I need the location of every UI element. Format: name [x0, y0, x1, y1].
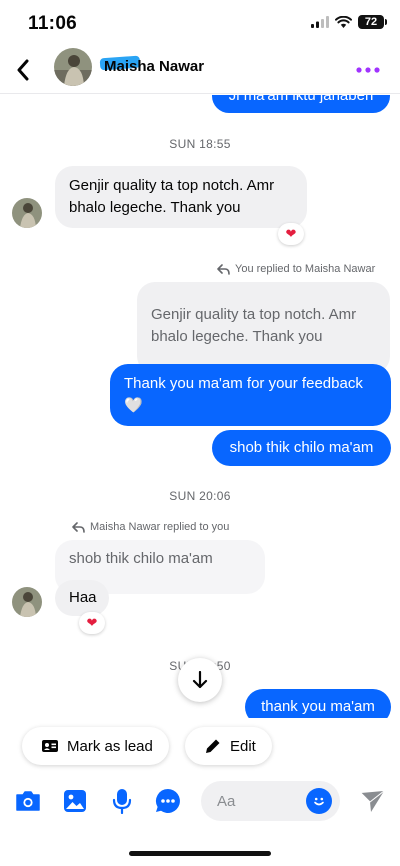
heart-icon: ❤ [86, 615, 98, 630]
lead-card-icon [42, 740, 58, 752]
mark-as-lead-button[interactable]: Mark as lead [22, 727, 169, 765]
outgoing-message[interactable]: thank you ma'am [245, 689, 391, 718]
quoted-text: shob thik chilo ma'am [69, 550, 213, 567]
incoming-message[interactable]: Genjir quality ta top notch. Amr bhalo l… [55, 166, 307, 228]
message-text: Ji ma'am iktu janaben [228, 95, 374, 104]
reply-context-note: You replied to Maisha Nawar [217, 263, 375, 275]
voice-message-button[interactable] [107, 786, 137, 816]
avatar-image [12, 587, 42, 617]
send-button[interactable] [357, 786, 387, 816]
quoted-text: Genjir quality ta top notch. Amr bhalo l… [151, 306, 357, 345]
outgoing-message[interactable]: shob thik chilo ma'am [212, 430, 391, 466]
message-text: Thank you ma'am for your feedback [124, 375, 363, 392]
camera-button[interactable] [13, 786, 43, 816]
gallery-button[interactable] [60, 786, 90, 816]
heart-reaction[interactable]: ❤ [79, 612, 105, 634]
timestamp-separator: SUN 18:55 [169, 137, 231, 151]
message-text: thank you ma'am [261, 698, 375, 715]
outgoing-message[interactable]: Thank you ma'am for your feedback 🤍 [110, 364, 391, 426]
message-text: shob thik chilo ma'am [229, 439, 374, 456]
chat-header: Maisha Nawar [0, 46, 400, 94]
reply-arrow-icon [72, 521, 85, 533]
battery-level: 72 [364, 16, 378, 28]
arrow-down-icon [192, 671, 208, 689]
emoji-smile-icon [314, 797, 324, 806]
contact-avatar[interactable] [54, 48, 92, 86]
reply-context-note: Maisha Nawar replied to you [72, 521, 229, 533]
back-arrow-icon [17, 59, 29, 81]
sender-avatar[interactable] [12, 198, 42, 228]
microphone-icon [112, 789, 132, 814]
sender-avatar[interactable] [12, 587, 42, 617]
message-input-box[interactable] [201, 781, 340, 821]
edit-button[interactable]: Edit [185, 727, 272, 765]
white-heart-emoji: 🤍 [124, 397, 143, 414]
chat-options-button[interactable] [153, 786, 183, 816]
outgoing-message[interactable]: Ji ma'am iktu janaben [212, 95, 390, 113]
quoted-message[interactable]: Genjir quality ta top notch. Amr bhalo l… [137, 282, 390, 374]
message-text: Genjir quality ta top notch. Amr bhalo l… [69, 177, 275, 216]
status-icons: 72 [311, 15, 387, 29]
more-options-button[interactable] [354, 60, 382, 80]
mark-as-lead-label: Mark as lead [67, 737, 153, 755]
back-button[interactable] [8, 55, 38, 85]
reply-note-text: You replied to Maisha Nawar [235, 263, 376, 275]
message-input[interactable] [217, 791, 305, 811]
incoming-message[interactable]: Haa [55, 580, 109, 616]
message-composer [0, 778, 400, 824]
avatar-image [54, 48, 92, 86]
emoji-button[interactable] [306, 788, 332, 814]
chat-options-icon [155, 789, 180, 813]
status-bar: 11:06 72 [0, 0, 400, 46]
timestamp-separator: SUN 20:06 [169, 489, 231, 503]
battery-indicator: 72 [358, 15, 387, 29]
home-indicator [129, 851, 271, 856]
contact-name[interactable]: Maisha Nawar [104, 58, 204, 75]
heart-icon: ❤ [285, 226, 297, 241]
scroll-to-bottom-button[interactable] [178, 658, 222, 702]
pencil-icon [206, 739, 220, 753]
edit-label: Edit [230, 737, 256, 755]
message-list[interactable]: Ji ma'am iktu janaben SUN 18:55 Genjir q… [0, 95, 400, 718]
status-time: 11:06 [28, 13, 78, 34]
heart-reaction[interactable]: ❤ [278, 223, 304, 245]
gallery-icon [64, 790, 86, 812]
reply-note-text: Maisha Nawar replied to you [90, 521, 230, 533]
signal-icon [311, 16, 329, 28]
wifi-icon [335, 16, 352, 28]
reply-arrow-icon [217, 263, 230, 275]
message-text: Haa [69, 589, 97, 606]
camera-icon [16, 791, 40, 811]
avatar-image [12, 198, 42, 228]
send-icon [360, 790, 385, 812]
more-dots-icon [356, 67, 380, 73]
